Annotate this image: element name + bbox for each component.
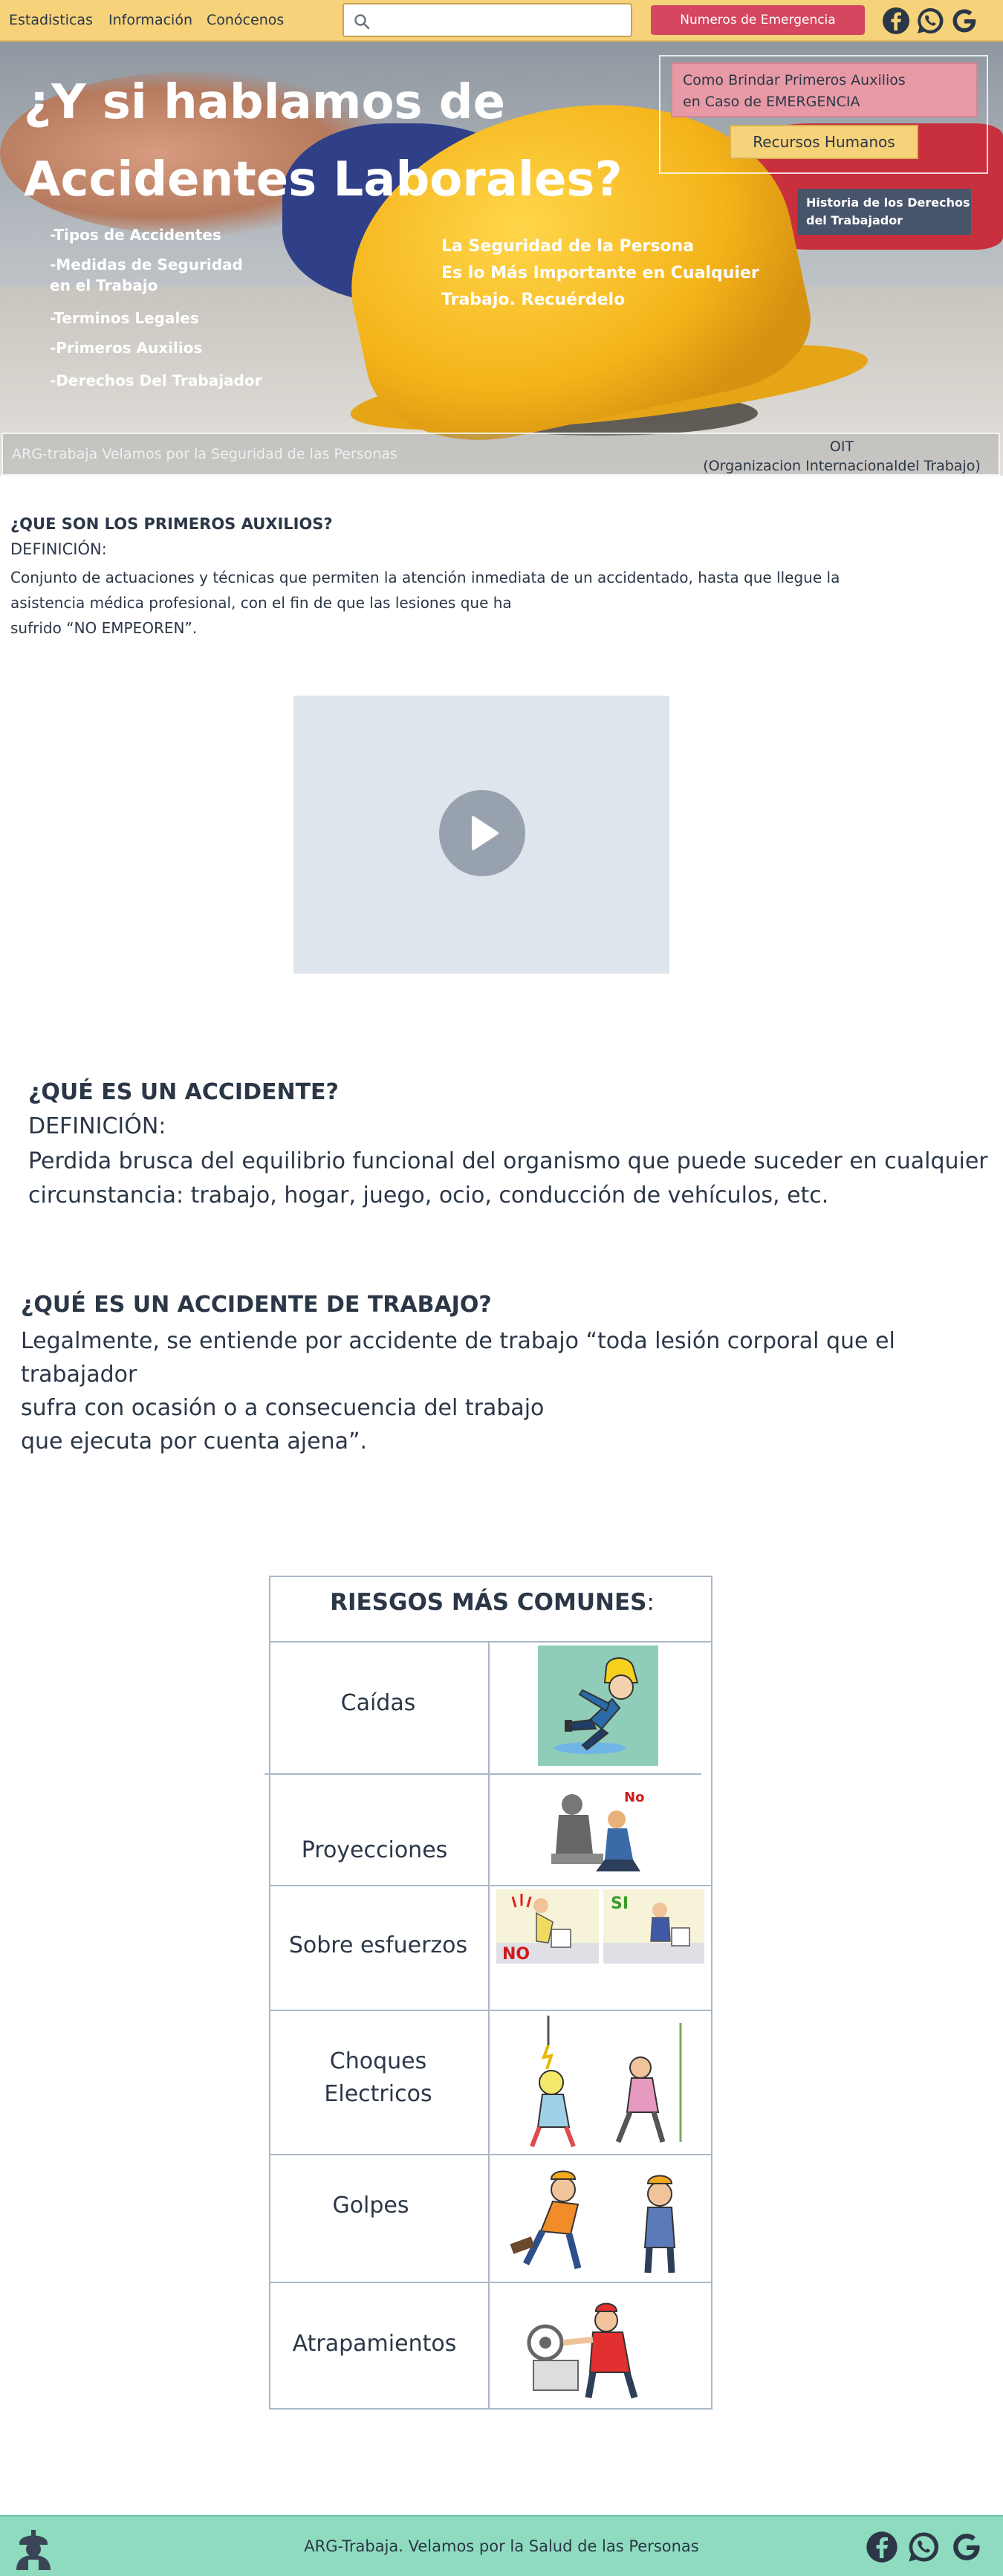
- google-icon[interactable]: [950, 6, 979, 36]
- work-accident-text-line-3: que ejecuta por cuenta ajena”.: [21, 1428, 368, 1454]
- risk-name-atrapamientos: Atrapamientos: [292, 2331, 457, 2357]
- history-button-line-1: Historia de los Derechos: [806, 195, 970, 210]
- play-button[interactable]: [439, 790, 525, 876]
- hero-title-line-1: ¿Y si hablamos de: [24, 75, 505, 130]
- hero-footer-text: ARG-trabaja Velamos por la Seguridad de …: [12, 446, 397, 462]
- electric-shock-illustration: [522, 2016, 700, 2151]
- first-aid-text-line-2: asistencia médica profesional, con el fi…: [10, 594, 512, 612]
- hero-link-derechos-trabajador[interactable]: -Derechos Del Trabajador: [50, 370, 262, 391]
- work-accident-text-line-1: Legalmente, se entiende por accidente de…: [21, 1328, 895, 1388]
- work-accident-heading: ¿QUÉ ES UN ACCIDENTE DE TRABAJO?: [21, 1292, 492, 1318]
- risk-name-caidas: Caídas: [340, 1690, 416, 1716]
- accident-text-line-1: Perdida brusca del equilibrio funcional …: [28, 1148, 988, 1174]
- blows-illustration: [496, 2160, 697, 2279]
- first-aid-button-line-1: Como Brindar Primeros Auxilios: [683, 72, 906, 88]
- first-aid-definition-text: Conjunto de actuaciones y técnicas que p…: [10, 565, 840, 641]
- risk-name-golpes: Golpes: [332, 2192, 409, 2219]
- facebook-icon[interactable]: [881, 6, 911, 36]
- search-box: [343, 3, 632, 37]
- table-divider: [270, 2154, 713, 2155]
- nav-link-estadisticas[interactable]: Estadisticas: [9, 12, 93, 28]
- first-aid-text-line-1: Conjunto de actuaciones y técnicas que p…: [10, 569, 840, 586]
- human-resources-button[interactable]: Recursos Humanos: [730, 125, 918, 159]
- risks-title-bold: RIESGOS MÁS COMUNES: [330, 1589, 647, 1616]
- whatsapp-icon[interactable]: [906, 2530, 941, 2564]
- video-player[interactable]: [293, 696, 669, 974]
- google-icon[interactable]: [950, 2530, 984, 2564]
- whatsapp-icon[interactable]: [915, 6, 945, 36]
- top-navbar: Estadisticas Información Conócenos Numer…: [0, 0, 1003, 42]
- first-aid-definition-label: DEFINICIÓN:: [10, 540, 107, 558]
- risks-title-colon: :: [646, 1589, 655, 1616]
- risk-name-choques-electricos: Choques Electricos: [270, 2045, 486, 2111]
- projections-illustration: No: [536, 1779, 660, 1882]
- work-accident-text-line-2: sufra con ocasión o a consecuencia del t…: [21, 1395, 545, 1421]
- hero-tagline-line-3: Trabajo. Recuérdelo: [441, 291, 626, 309]
- facebook-icon[interactable]: [865, 2530, 899, 2564]
- footer-text: ARG-Trabaja. Velamos por la Salud de las…: [304, 2537, 699, 2555]
- risk-name-choques-line-2: Electricos: [324, 2081, 432, 2107]
- work-accident-text: Legalmente, se entiende por accidente de…: [21, 1324, 1003, 1458]
- accident-heading: ¿QUÉ ES UN ACCIDENTE?: [28, 1079, 339, 1105]
- hero-title: ¿Y si hablamos de Accidentes Laborales?: [24, 64, 692, 219]
- table-divider: [270, 1885, 713, 1886]
- oit-label-line-2: (Organizacion Internacionaldel Trabajo): [703, 458, 981, 474]
- common-risks-table: RIESGOS MÁS COMUNES: Caídas Proyecciones…: [264, 1576, 714, 2410]
- oit-label[interactable]: OIT (Organizacion Internacionaldel Traba…: [689, 437, 994, 476]
- risk-name-choques-line-1: Choques: [329, 2048, 427, 2074]
- hero-link-primeros-auxilios[interactable]: -Primeros Auxilios: [50, 337, 202, 358]
- hero-tagline: La Seguridad de la Persona Es lo Más Imp…: [441, 233, 776, 314]
- search-icon: [354, 14, 370, 30]
- nav-link-conocenos[interactable]: Conócenos: [207, 12, 284, 28]
- first-aid-heading: ¿QUE SON LOS PRIMEROS AUXILIOS?: [10, 515, 333, 533]
- accident-definition-text: Perdida brusca del equilibrio funcional …: [28, 1145, 988, 1213]
- hero-title-line-2: Accidentes Laborales?: [24, 152, 623, 207]
- nav-link-informacion[interactable]: Información: [108, 12, 192, 28]
- first-aid-emergency-button[interactable]: Como Brindar Primeros Auxilios en Caso d…: [671, 62, 978, 117]
- history-button-line-2: del Trabajador: [806, 213, 903, 227]
- table-divider: [264, 1773, 701, 1775]
- overexertion-right-illustration: SI: [603, 1889, 704, 1964]
- hero-banner: ¿Y si hablamos de Accidentes Laborales? …: [0, 42, 1003, 476]
- hero-link-terminos-legales[interactable]: -Terminos Legales: [50, 308, 199, 329]
- table-divider: [270, 2010, 713, 2011]
- accident-text-line-2: circunstancia: trabajo, hogar, juego, oc…: [28, 1182, 829, 1208]
- entrapment-illustration: [519, 2291, 660, 2402]
- oit-label-line-1: OIT: [829, 438, 854, 455]
- page-footer: ARG-Trabaja. Velamos por la Salud de las…: [0, 2515, 1003, 2576]
- hero-link-medidas-seguridad-cont[interactable]: en el Trabajo: [50, 275, 158, 296]
- hero-tagline-line-1: La Seguridad de la Persona: [441, 237, 695, 256]
- hero-tagline-line-2: Es lo Más Importante en Cualquier: [441, 264, 759, 282]
- overexertion-si-label: SI: [611, 1894, 629, 1913]
- overexertion-no-label: NO: [502, 1945, 530, 1964]
- first-aid-text-line-3: sufrido “NO EMPEOREN”.: [10, 619, 198, 637]
- hero-link-medidas-seguridad[interactable]: -Medidas de Seguridad: [50, 254, 243, 275]
- risks-table-title: RIESGOS MÁS COMUNES:: [270, 1589, 714, 1616]
- risk-name-sobre-esfuerzos: Sobre esfuerzos: [288, 1932, 468, 1958]
- hero-footer-bar: ARG-trabaja Velamos por la Seguridad de …: [1, 433, 1000, 476]
- emergency-numbers-button[interactable]: Numeros de Emergencia: [651, 5, 865, 35]
- worker-rights-history-button[interactable]: Historia de los Derechos del Trabajador: [797, 189, 971, 235]
- search-input[interactable]: [377, 9, 622, 31]
- table-divider: [270, 1641, 713, 1643]
- projections-no-label: No: [624, 1790, 644, 1805]
- play-icon: [472, 816, 499, 850]
- first-aid-button-line-2: en Caso de EMERGENCIA: [683, 94, 860, 110]
- table-column-divider: [488, 1641, 490, 2410]
- hero-link-tipos-accidentes[interactable]: -Tipos de Accidentes: [50, 224, 221, 245]
- table-divider: [270, 2282, 713, 2283]
- overexertion-wrong-illustration: NO: [496, 1889, 599, 1964]
- accident-definition-label: DEFINICIÓN:: [28, 1113, 166, 1139]
- slip-fall-illustration: [538, 1645, 658, 1766]
- risk-name-proyecciones: Proyecciones: [301, 1837, 448, 1863]
